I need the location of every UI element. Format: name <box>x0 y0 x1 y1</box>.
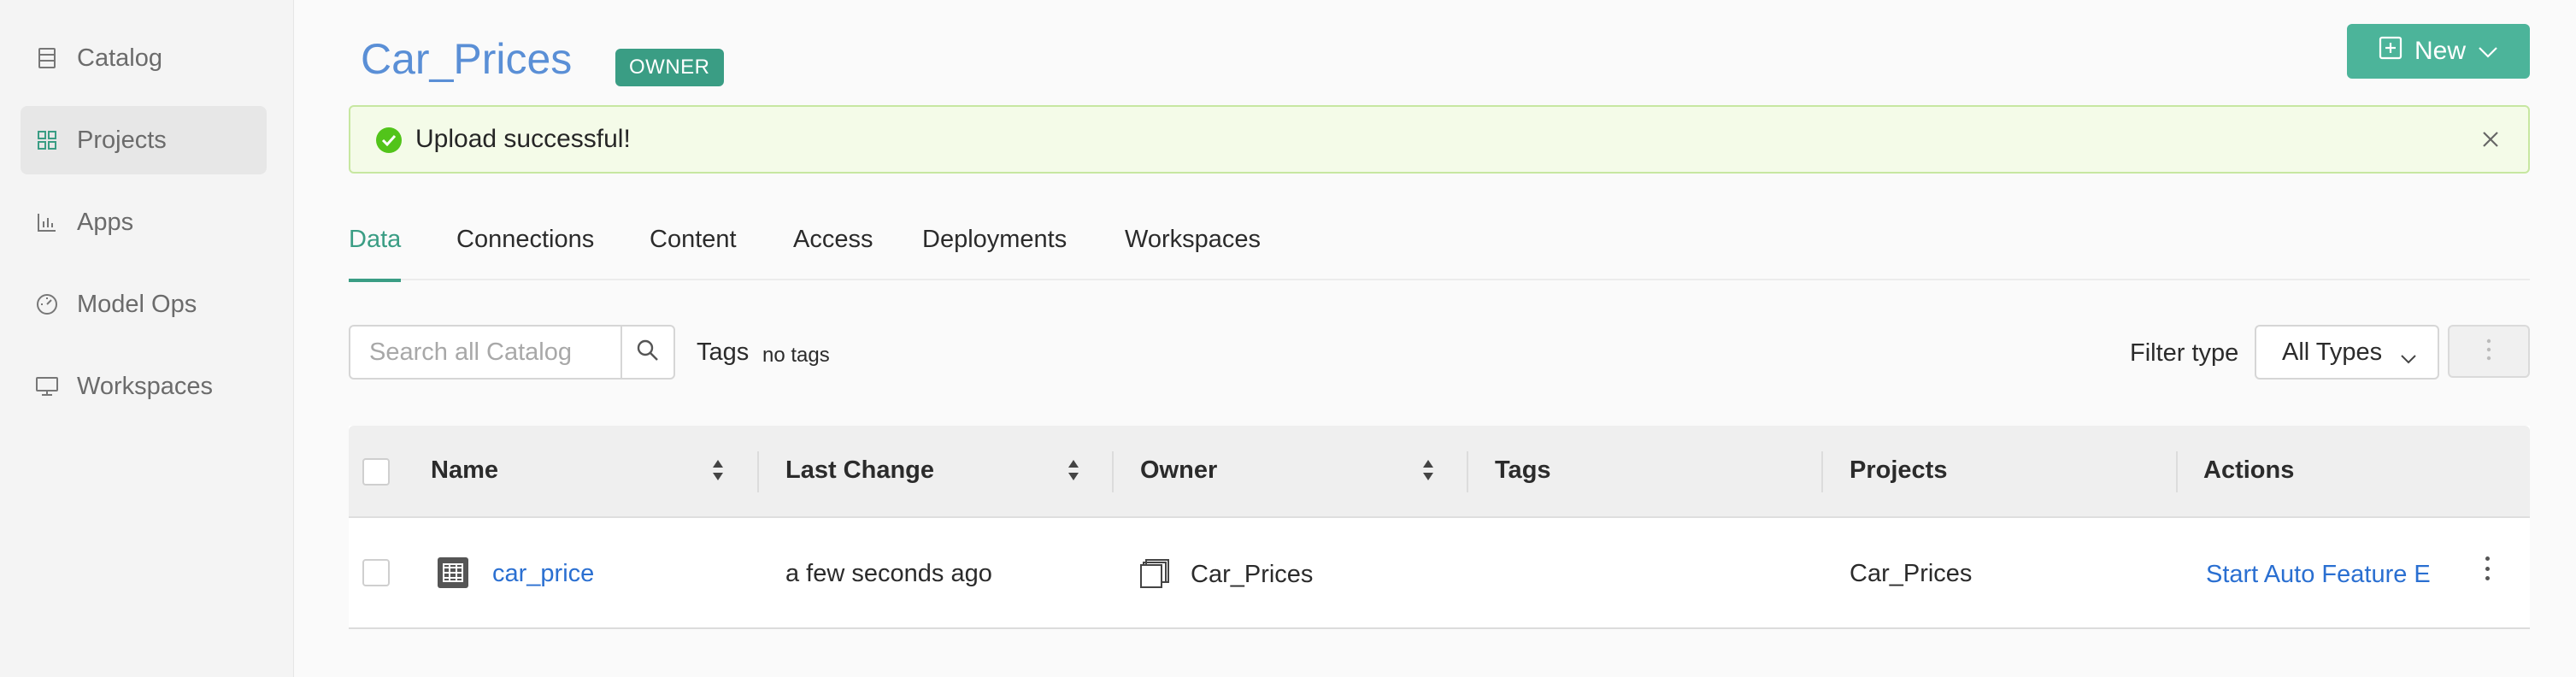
owner-badge: OWNER <box>615 49 724 86</box>
column-header-name[interactable]: Name <box>431 456 498 485</box>
tab-content[interactable]: Content <box>650 226 737 280</box>
sidebar-item-projects[interactable]: Projects <box>21 106 267 174</box>
tab-access[interactable]: Access <box>793 226 873 280</box>
data-table: Name Last Change Owner Tags Projects Act… <box>349 426 2530 629</box>
column-header-tags: Tags <box>1495 456 1551 484</box>
more-options-button[interactable] <box>2448 325 2530 378</box>
table-grid-icon <box>438 557 468 592</box>
new-button-label: New <box>2414 37 2466 65</box>
sort-icon[interactable] <box>711 456 725 484</box>
filter-type-value: All Types <box>2282 338 2383 366</box>
sidebar-item-workspaces[interactable]: Workspaces <box>21 352 267 421</box>
tab-workspaces[interactable]: Workspaces <box>1125 226 1261 280</box>
monitor-icon <box>36 375 58 397</box>
gauge-icon <box>36 293 58 315</box>
new-button[interactable]: New <box>2347 24 2530 79</box>
column-divider <box>2176 451 2178 492</box>
tab-connections[interactable]: Connections <box>456 226 594 280</box>
apps-chart-icon <box>36 211 58 233</box>
sort-icon[interactable] <box>1421 456 1435 484</box>
column-header-owner[interactable]: Owner <box>1140 456 1217 485</box>
select-all-checkbox[interactable] <box>362 458 390 486</box>
sidebar-item-catalog[interactable]: Catalog <box>21 24 267 92</box>
filter-type-label: Filter type <box>2130 339 2239 367</box>
table-header: Name Last Change Owner Tags Projects Act… <box>349 426 2530 518</box>
sidebar-item-label: Apps <box>77 208 134 236</box>
sidebar-item-label: Projects <box>77 126 167 154</box>
column-divider <box>1467 451 1468 492</box>
dataset-name-link[interactable]: car_price <box>492 560 594 588</box>
close-icon[interactable] <box>2477 126 2504 153</box>
projects-grid-icon <box>36 129 58 151</box>
search-box <box>349 325 675 380</box>
sidebar-item-label: Workspaces <box>77 372 214 400</box>
project-copy-icon <box>1138 556 1173 594</box>
plus-square-icon <box>2379 36 2403 67</box>
vertical-dots-icon <box>2486 338 2491 365</box>
sidebar-item-apps[interactable]: Apps <box>21 188 267 256</box>
chevron-down-icon <box>2400 344 2417 372</box>
tab-data[interactable]: Data <box>349 226 402 282</box>
success-alert: Upload successful! <box>349 105 2530 174</box>
column-divider <box>757 451 759 492</box>
column-divider <box>1112 451 1114 492</box>
row-more-options-icon[interactable] <box>2479 554 2496 583</box>
column-header-actions: Actions <box>2203 456 2295 484</box>
sidebar: Catalog Projects Apps Model Ops Workspac… <box>0 0 294 677</box>
sidebar-item-label: Catalog <box>77 44 162 72</box>
column-header-last-change[interactable]: Last Change <box>785 456 934 485</box>
chevron-down-icon <box>2478 37 2498 66</box>
row-checkbox[interactable] <box>362 559 390 586</box>
search-icon <box>636 338 660 367</box>
tags-value[interactable]: no tags <box>762 344 830 368</box>
sort-icon[interactable] <box>1067 456 1080 484</box>
projects-cell: Car_Prices <box>1850 560 1973 587</box>
check-circle-icon <box>376 127 402 153</box>
owner-cell: Car_Prices <box>1191 561 1314 588</box>
catalog-icon <box>36 47 58 69</box>
last-change-cell: a few seconds ago <box>785 560 992 587</box>
sidebar-item-model-ops[interactable]: Model Ops <box>21 270 267 338</box>
search-input[interactable] <box>350 327 620 378</box>
filter-type-select[interactable]: All Types <box>2255 325 2439 380</box>
column-divider <box>1821 451 1823 492</box>
page-title: Car_Prices <box>361 35 573 83</box>
search-button[interactable] <box>620 327 673 378</box>
tags-label: Tags <box>697 338 750 366</box>
start-auto-feature-link[interactable]: Start Auto Feature E <box>2206 561 2431 589</box>
tab-bar: Data Connections Content Access Deployme… <box>349 219 2530 282</box>
tab-deployments[interactable]: Deployments <box>922 226 1067 280</box>
column-header-projects: Projects <box>1850 456 1948 484</box>
alert-message: Upload successful! <box>415 125 631 153</box>
sidebar-item-label: Model Ops <box>77 290 197 318</box>
